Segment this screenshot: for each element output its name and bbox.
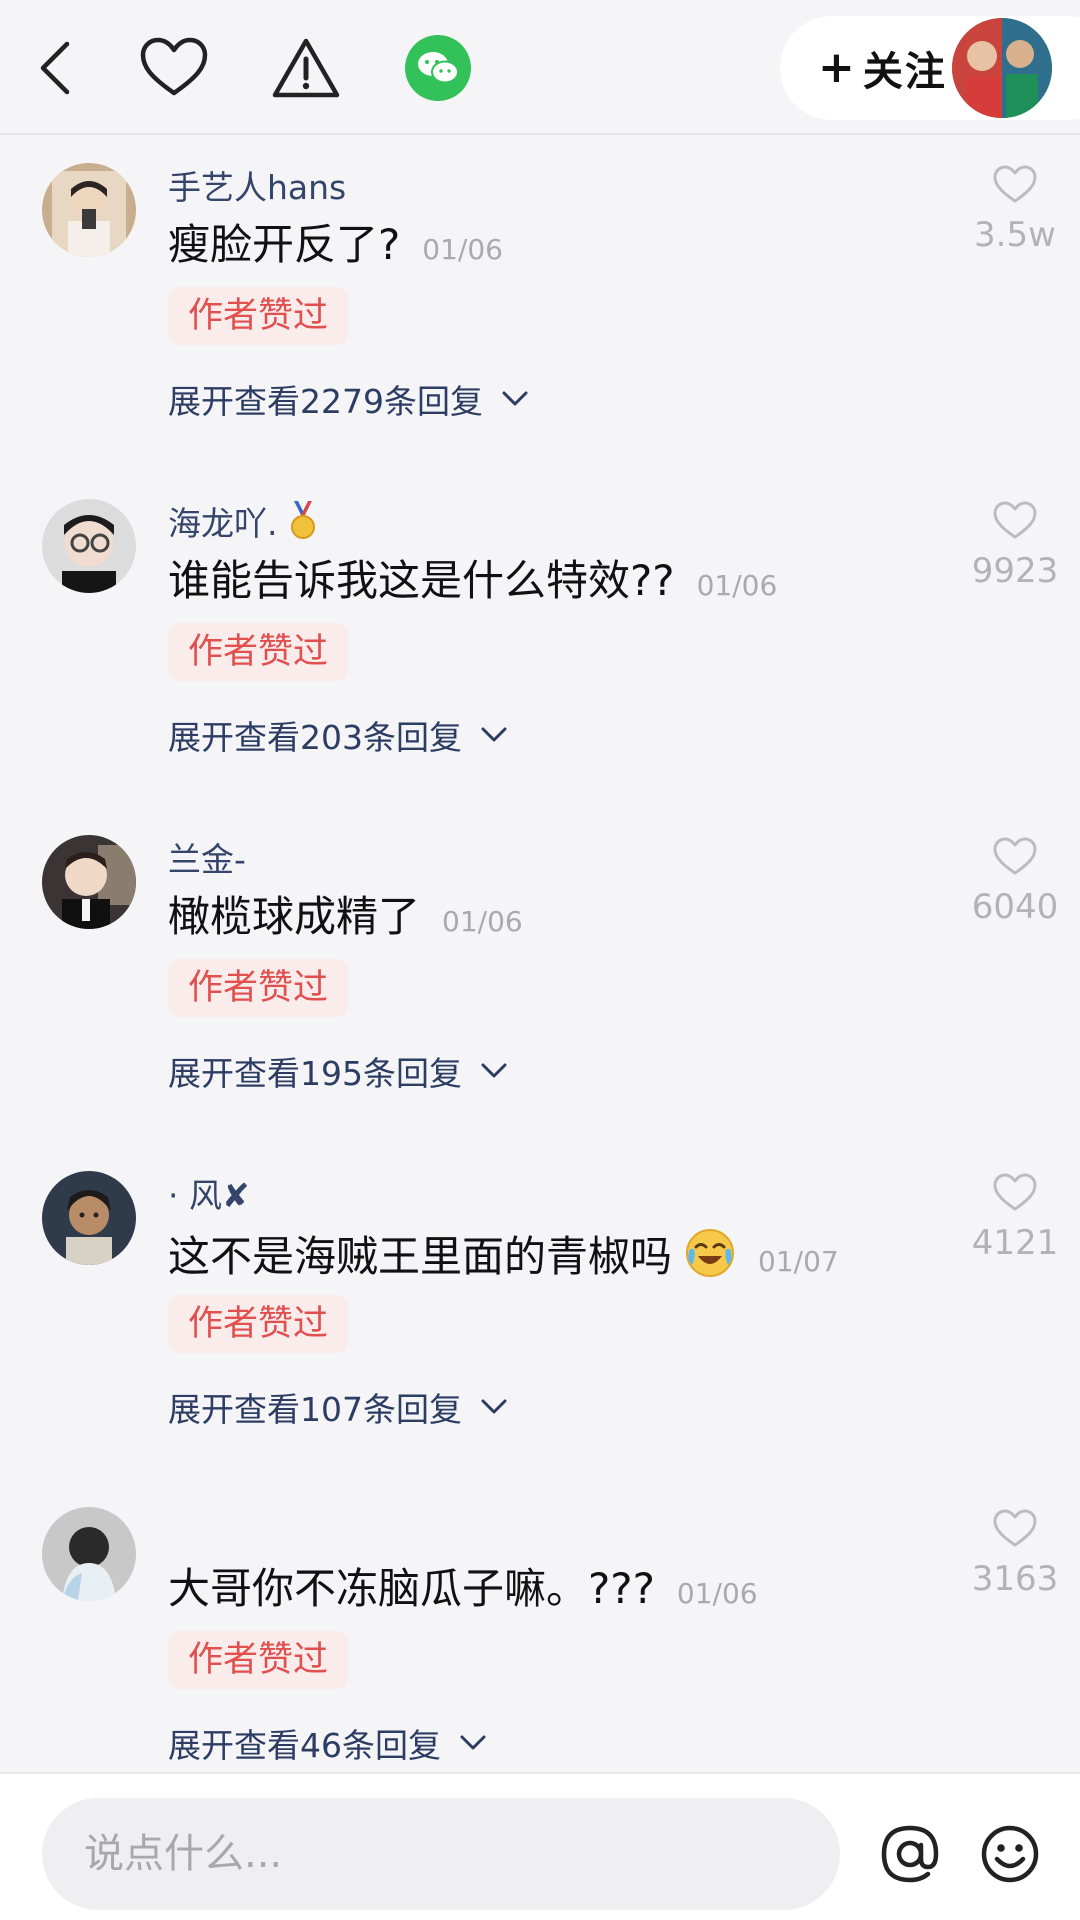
heart-outline-icon <box>993 837 1037 875</box>
mention-button[interactable] <box>872 1816 948 1892</box>
heart-outline-icon <box>993 501 1037 539</box>
medal-icon <box>291 501 315 539</box>
chevron-down-icon <box>480 1398 508 1416</box>
comment-text: 谁能告诉我这是什么特效?? <box>168 556 675 605</box>
comment-item: 兰金- 橄榄球成精了 01/06 作者赞过 展开查看195条回复 6040 <box>0 807 1080 1143</box>
comment-date: 01/06 <box>696 569 778 602</box>
like-count: 3.5w <box>974 215 1056 255</box>
chevron-down-icon <box>480 1062 508 1080</box>
comment-text: 这不是海贼王里面的青椒吗 <box>168 1232 673 1281</box>
avatar[interactable] <box>42 1171 136 1265</box>
chevron-left-icon <box>40 41 70 95</box>
comment-date: 01/06 <box>676 1577 758 1610</box>
comment-like-button[interactable]: 6040 <box>950 837 1080 927</box>
expand-replies-label: 展开查看107条回复 <box>168 1390 462 1429</box>
comment-item: 手艺人hans 瘦脸开反了? 01/06 作者赞过 展开查看2279条回复 3.… <box>0 135 1080 471</box>
comment-text: 橄榄球成精了 <box>168 892 421 941</box>
back-button[interactable] <box>18 30 94 106</box>
emoji-button[interactable] <box>972 1816 1048 1892</box>
like-count: 9923 <box>971 551 1059 591</box>
author-avatar[interactable] <box>952 18 1052 118</box>
expand-replies-label: 展开查看46条回复 <box>168 1726 441 1765</box>
expand-replies-button[interactable]: 展开查看107条回复 <box>168 1383 508 1431</box>
comment-date: 01/07 <box>758 1245 839 1278</box>
expand-replies-button[interactable]: 展开查看2279条回复 <box>168 375 529 423</box>
heart-outline-icon <box>993 1173 1037 1211</box>
comment-date: 01/06 <box>442 905 523 938</box>
like-count: 4121 <box>971 1223 1059 1263</box>
bottom-bar <box>0 1772 1080 1920</box>
comment-like-button[interactable]: 4121 <box>950 1173 1080 1263</box>
comment-text: 瘦脸开反了? <box>168 220 401 269</box>
comment-item: · 风✘ 这不是海贼王里面的青椒吗 01/07 作者赞过 展开查看107条回复 … <box>0 1143 1080 1479</box>
comment-item: 海龙吖. 谁能告诉我这是什么特效?? 01/06 作者赞过 展开查看203条回复… <box>0 471 1080 807</box>
comment-item: 大哥你不冻脑瓜子嘛。??? 01/06 作者赞过 展开查看46条回复 3163 <box>0 1479 1080 1815</box>
at-sign-icon <box>881 1825 939 1883</box>
comment-text: 大哥你不冻脑瓜子嘛。??? <box>168 1564 655 1613</box>
avatar[interactable] <box>42 499 136 593</box>
username-text: 海龙吖. <box>168 504 278 543</box>
username[interactable]: · 风✘ <box>168 1169 250 1217</box>
smiley-icon <box>981 1825 1039 1883</box>
comment-like-button[interactable]: 3.5w <box>950 165 1080 255</box>
comment-content: 这不是海贼王里面的青椒吗 01/07 <box>168 1219 839 1284</box>
author-liked-badge: 作者赞过 <box>168 1295 349 1353</box>
avatar[interactable] <box>42 835 136 929</box>
expand-replies-label: 展开查看203条回复 <box>168 718 462 757</box>
comment-content: 橄榄球成精了 01/06 <box>168 883 523 944</box>
chevron-down-icon <box>480 726 508 744</box>
author-liked-badge: 作者赞过 <box>168 1631 349 1689</box>
comment-content: 瘦脸开反了? 01/06 <box>168 211 503 272</box>
author-liked-badge: 作者赞过 <box>168 287 349 345</box>
avatar[interactable] <box>42 163 136 257</box>
username[interactable]: 海龙吖. <box>168 497 318 545</box>
heart-outline-icon <box>140 37 208 96</box>
expand-replies-button[interactable]: 展开查看203条回复 <box>168 711 508 759</box>
avatar[interactable] <box>42 1507 136 1601</box>
wechat-share-button[interactable] <box>400 30 476 106</box>
like-count: 6040 <box>971 887 1059 927</box>
warning-triangle-icon <box>272 38 340 98</box>
heart-outline-icon <box>993 1509 1037 1547</box>
comment-content: 大哥你不冻脑瓜子嘛。??? 01/06 <box>168 1555 758 1616</box>
comment-content: 谁能告诉我这是什么特效?? 01/06 <box>168 547 777 608</box>
laugh-cry-emoji-icon <box>684 1227 736 1279</box>
like-count: 3163 <box>971 1559 1059 1599</box>
username[interactable]: 手艺人hans <box>168 161 346 209</box>
expand-replies-label: 展开查看2279条回复 <box>168 382 483 421</box>
like-button[interactable] <box>136 30 212 106</box>
expand-replies-button[interactable]: 展开查看46条回复 <box>168 1719 487 1767</box>
comment-date: 01/06 <box>422 233 503 266</box>
chevron-down-icon <box>459 1734 487 1752</box>
report-button[interactable] <box>268 30 344 106</box>
expand-replies-label: 展开查看195条回复 <box>168 1054 462 1093</box>
plus-icon: + <box>818 42 855 93</box>
follow-label: 关注 <box>862 49 947 95</box>
comment-like-button[interactable]: 9923 <box>950 501 1080 591</box>
wechat-icon <box>405 35 471 101</box>
comment-input[interactable] <box>42 1798 840 1910</box>
heart-outline-icon <box>993 165 1037 203</box>
chevron-down-icon <box>501 390 529 408</box>
expand-replies-button[interactable]: 展开查看195条回复 <box>168 1047 508 1095</box>
comment-like-button[interactable]: 3163 <box>950 1509 1080 1599</box>
top-bar: + 关注 <box>0 0 1080 135</box>
author-liked-badge: 作者赞过 <box>168 623 349 681</box>
username[interactable]: 兰金- <box>168 833 246 881</box>
author-liked-badge: 作者赞过 <box>168 959 349 1017</box>
